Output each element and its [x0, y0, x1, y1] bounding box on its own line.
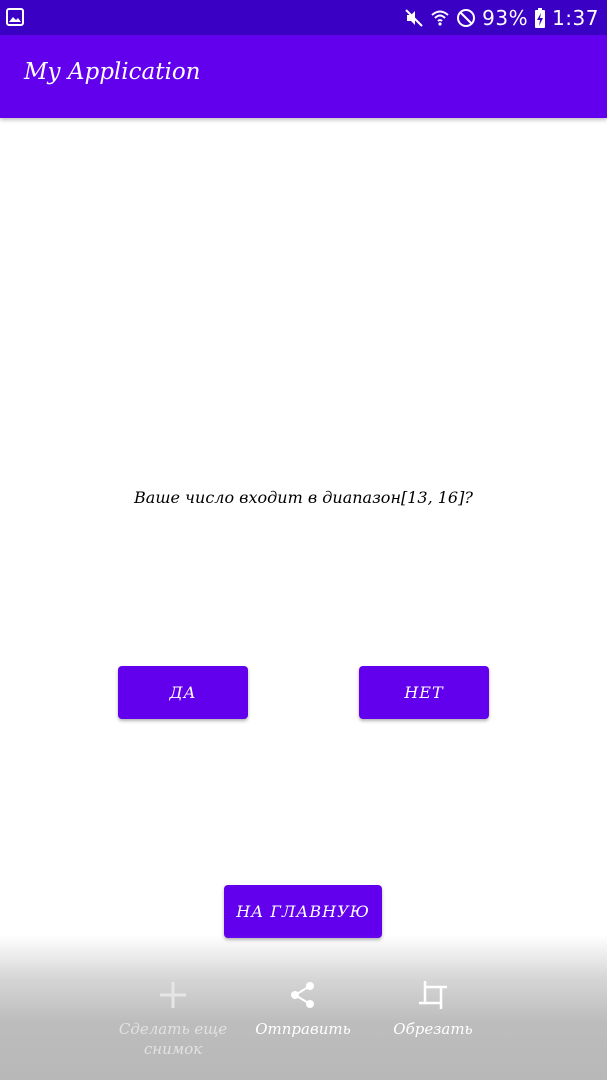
battery-percentage: 93%	[482, 5, 529, 30]
question-text: Ваше число входит в диапазон[13, 16]?	[134, 488, 473, 507]
crop-icon	[419, 981, 447, 1009]
crop-label: Обрезать	[393, 1020, 473, 1038]
no-button[interactable]: НЕТ	[359, 666, 489, 719]
app-bar: My Application	[0, 35, 607, 118]
crop-button[interactable]: Обрезать	[353, 979, 513, 1039]
wifi-icon	[431, 10, 449, 26]
screenshot-toolbar: Сделать еще снимок Отправить Обрезать	[0, 935, 607, 1080]
status-icons: 93% 1:37	[404, 0, 599, 35]
share-icon	[291, 982, 314, 1008]
status-bar: 93% 1:37	[0, 0, 607, 35]
home-button[interactable]: НА ГЛАВНУЮ	[224, 885, 382, 938]
gallery-icon	[6, 8, 24, 26]
plus-icon	[160, 982, 186, 1008]
yes-button[interactable]: ДА	[118, 666, 248, 719]
do-not-disturb-icon	[457, 8, 476, 27]
app-title: My Application	[24, 59, 201, 85]
mute-icon	[405, 8, 423, 27]
battery-charging-icon	[535, 7, 546, 28]
clock: 1:37	[552, 5, 599, 30]
